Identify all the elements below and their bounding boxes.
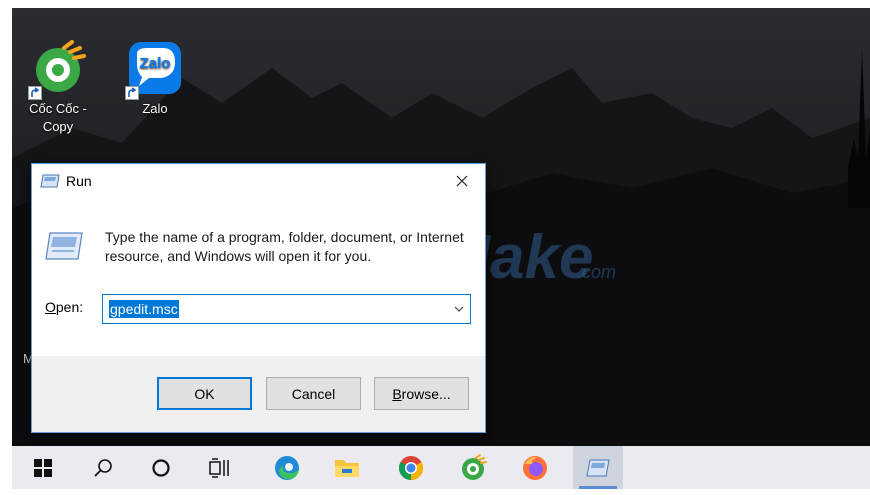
shortcut-arrow-icon (125, 86, 139, 100)
folder-icon (335, 459, 359, 477)
watermark-suffix: .com (577, 262, 616, 282)
dialog-title: Run (66, 173, 92, 189)
taskbar-file-explorer[interactable] (324, 446, 370, 489)
cortana-circle-icon (152, 458, 170, 477)
ok-button[interactable]: OK (157, 377, 252, 410)
browse-label-rest: rowse... (401, 385, 451, 402)
run-dialog-icon (586, 459, 610, 476)
chevron-down-icon[interactable] (454, 304, 464, 314)
close-icon (456, 175, 468, 187)
taskbar-firefox[interactable] (512, 446, 558, 489)
shortcut-arrow-icon (28, 86, 42, 100)
taskbar-coccoc[interactable] (450, 446, 496, 489)
desktop-screen: TipsMake .com Cốc Cốc - Copy Zalo (12, 8, 870, 489)
chrome-icon (399, 455, 424, 480)
edge-browser-icon (275, 455, 299, 480)
run-dialog-icon (40, 174, 60, 188)
start-button[interactable] (20, 446, 66, 489)
cancel-button[interactable]: Cancel (266, 377, 361, 410)
desktop-icon-label: Cốc Cốc - Copy (29, 101, 87, 134)
search-button[interactable] (80, 446, 126, 489)
taskbar-chrome[interactable] (388, 446, 434, 489)
open-label-rest: pen: (55, 299, 84, 315)
cortana-button[interactable] (138, 446, 184, 489)
desktop-icon-zalo[interactable]: Zalo Zalo (115, 40, 195, 118)
browse-button[interactable]: Browse... (374, 377, 469, 410)
zalo-logo-text: Zalo (140, 55, 171, 72)
windows-logo-icon (34, 458, 52, 477)
dialog-titlebar[interactable]: Run (32, 164, 485, 198)
open-label-accesskey: O (45, 299, 56, 315)
coccoc-browser-icon (462, 453, 487, 480)
run-program-icon (45, 232, 83, 260)
desktop-icon-coccoc[interactable]: Cốc Cốc - Copy (18, 40, 98, 136)
run-dialog: Run Type the name of a program, folder, … (31, 163, 486, 433)
task-view-icon (209, 457, 229, 478)
open-label: Open: (45, 299, 83, 315)
command-input-value[interactable]: gpedit.msc (109, 300, 179, 318)
close-button[interactable] (439, 164, 485, 198)
dialog-body: Type the name of a program, folder, docu… (32, 198, 485, 356)
firefox-icon (523, 455, 547, 480)
taskbar-edge[interactable] (264, 446, 310, 489)
task-view-button[interactable] (196, 446, 242, 489)
taskbar-run[interactable] (573, 446, 623, 489)
open-command-combobox[interactable]: gpedit.msc (102, 294, 471, 324)
browse-accesskey: B (392, 385, 402, 402)
taskbar (12, 446, 870, 489)
dialog-description: Type the name of a program, folder, docu… (105, 229, 464, 264)
search-icon (94, 458, 112, 477)
desktop-icon-label: Zalo (142, 101, 168, 116)
